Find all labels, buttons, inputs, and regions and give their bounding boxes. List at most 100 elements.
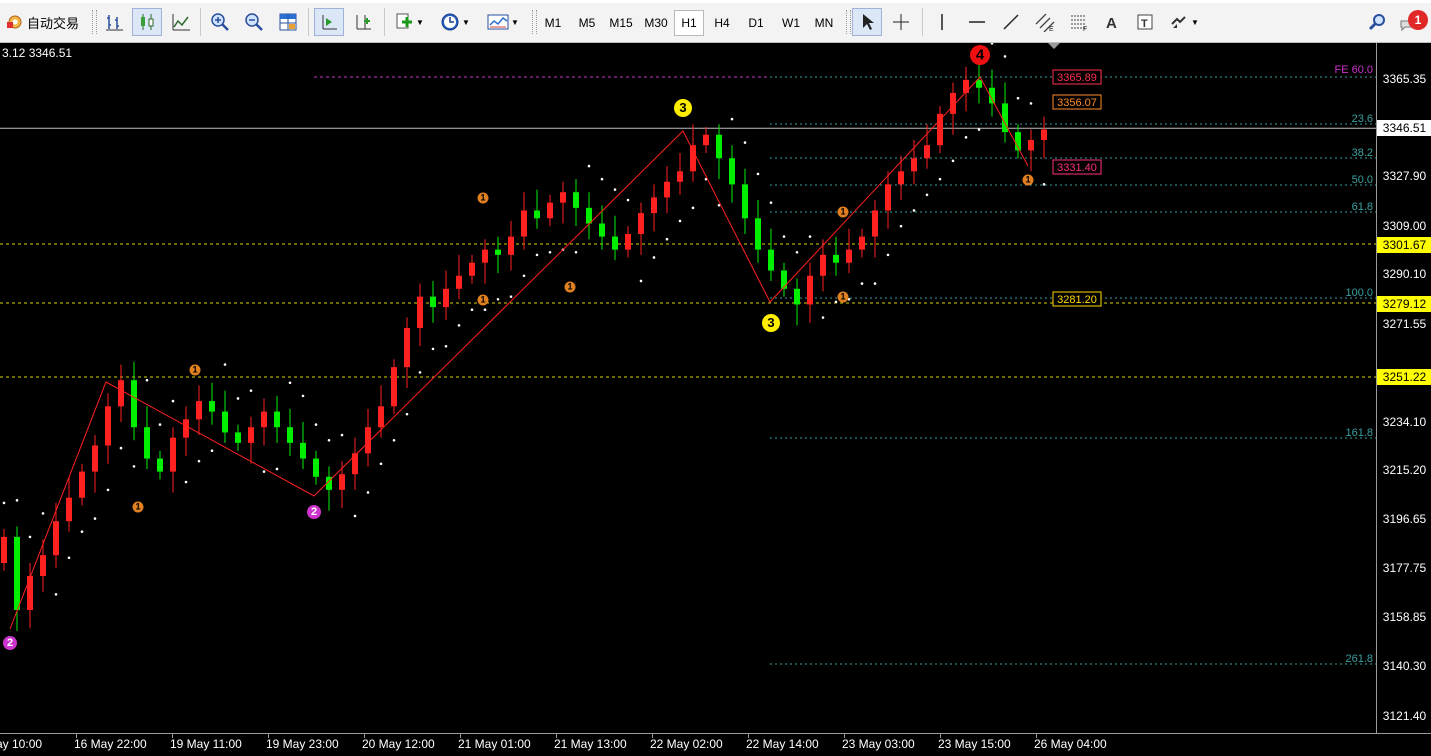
- tile-windows-icon: [279, 13, 297, 31]
- candle-body: [287, 427, 293, 443]
- trendline-icon: [1003, 14, 1019, 30]
- price-tick-label: 3121.40: [1382, 709, 1427, 723]
- fib-level-label: 161.8: [1345, 427, 1373, 439]
- candle-body: [209, 401, 215, 412]
- time-tick-mark: [652, 734, 653, 738]
- candle-body: [768, 249, 774, 271]
- auto-trading-button[interactable]: 自动交易: [2, 8, 84, 36]
- crosshair-button[interactable]: [886, 8, 916, 36]
- price-scale[interactable]: 3365.35 3327.90 3309.00 3290.10 3271.55 3234.…: [1376, 43, 1431, 733]
- zoom-out-icon: [245, 13, 263, 31]
- candlestick-chart-button[interactable]: [132, 8, 162, 36]
- sar-dot: [899, 224, 903, 228]
- bar-chart-button[interactable]: [100, 8, 128, 36]
- candle-body: [573, 192, 579, 208]
- sar-dot: [574, 250, 578, 254]
- sar-dot: [301, 394, 305, 398]
- time-tick-mark: [460, 734, 461, 738]
- inline-price-tag[interactable]: 3356.07: [1052, 94, 1102, 110]
- candle-body: [261, 411, 267, 428]
- timeframe-w1[interactable]: W1: [776, 10, 806, 36]
- chart-area[interactable]: 23.6 38.2 50.0 61.8 100.0 161.8 261.8 FE 60.0 2 1…: [0, 43, 1376, 733]
- templates-button[interactable]: ▼: [482, 8, 524, 36]
- text-button[interactable]: A: [1098, 8, 1126, 36]
- arrows-button[interactable]: ▼: [1164, 8, 1204, 36]
- candle-body: [937, 113, 943, 146]
- timeframe-m15[interactable]: M15: [604, 10, 638, 36]
- periodicity-button[interactable]: ▼: [436, 8, 474, 36]
- price-chart[interactable]: 23.6 38.2 50.0 61.8 100.0 161.8 261.8 FE 60.0 2 1…: [0, 43, 1376, 733]
- candle-body: [66, 497, 72, 522]
- timeframe-d1[interactable]: D1: [741, 10, 771, 36]
- candle-body: [27, 576, 33, 610]
- timeframe-m30[interactable]: M30: [639, 10, 673, 36]
- zigzag-line[interactable]: [9, 76, 1029, 630]
- indicators-button[interactable]: ▼: [390, 8, 428, 36]
- time-tick-label: 21 May 13:00: [554, 737, 627, 751]
- time-tick-label: 22 May 14:00: [746, 737, 819, 751]
- line-chart-button[interactable]: [166, 8, 196, 36]
- search-button[interactable]: [1364, 8, 1392, 36]
- tile-windows-button[interactable]: [274, 8, 302, 36]
- timeframe-m1[interactable]: M1: [538, 10, 568, 36]
- price-tick-label: 3271.55: [1382, 317, 1427, 331]
- toolbar-grip: [92, 10, 97, 34]
- time-scale[interactable]: ay 10:00 16 May 22:00 19 May 11:00 19 May 2…: [0, 733, 1431, 756]
- main-toolbar: 自动交易 ▼ ▼ ▼ M1 M5 M15 M30 H1 H4 D1 W1 MN …: [0, 0, 1431, 43]
- timeframe-m5[interactable]: M5: [572, 10, 602, 36]
- svg-text:3356.07: 3356.07: [1057, 97, 1097, 109]
- search-icon: [1368, 14, 1385, 31]
- timeframe-h4[interactable]: H4: [707, 10, 737, 36]
- sar-dot: [769, 201, 773, 204]
- sar-dot: [67, 556, 71, 560]
- chart-shift-button[interactable]: [314, 8, 344, 36]
- timeframe-mn[interactable]: MN: [809, 10, 839, 36]
- toolbar-grip: [846, 10, 851, 34]
- candle-body: [755, 218, 761, 250]
- notifications-button[interactable]: 1: [1398, 8, 1430, 36]
- svg-text:A: A: [1106, 15, 1117, 32]
- zoom-in-button[interactable]: [206, 8, 234, 36]
- wave-label: 1: [477, 192, 489, 204]
- wave-label: 1: [837, 206, 849, 218]
- level-price-tag: 3251.22: [1377, 369, 1431, 385]
- price-tick-label: 3140.30: [1382, 659, 1427, 673]
- fibonacci-button[interactable]: F: [1064, 8, 1094, 36]
- chart-shift-marker[interactable]: [1048, 43, 1060, 49]
- vertical-line-button[interactable]: [928, 8, 956, 36]
- candle-body: [742, 184, 748, 219]
- sar-dot: [366, 491, 370, 494]
- text-label-button[interactable]: T: [1130, 8, 1160, 36]
- sar-dot: [873, 282, 877, 285]
- sar-dot: [613, 188, 617, 191]
- sar-dot: [2, 501, 6, 505]
- candle-body: [1, 536, 7, 563]
- candle-body: [92, 445, 98, 472]
- price-tick-label: 3215.20: [1382, 463, 1427, 477]
- cursor-button[interactable]: [852, 8, 882, 36]
- candle-body: [690, 145, 696, 172]
- candle-body: [14, 536, 20, 610]
- inline-price-tag[interactable]: 3281.20: [1052, 291, 1102, 307]
- sar-dot: [652, 256, 656, 259]
- sar-dot: [886, 253, 890, 257]
- chevron-down-icon: ▼: [511, 17, 519, 27]
- inline-price-tag[interactable]: 3365.89: [1052, 69, 1102, 85]
- candle-body: [40, 555, 46, 577]
- sar-dot: [93, 517, 97, 520]
- trendline-button[interactable]: [996, 8, 1026, 36]
- sar-dot: [262, 470, 266, 473]
- equidistant-channel-button[interactable]: E: [1030, 8, 1060, 36]
- inline-price-tag[interactable]: 3331.40: [1052, 159, 1102, 175]
- fib-level-label: 50.0: [1352, 174, 1373, 186]
- candle-body: [183, 419, 189, 438]
- zoom-out-button[interactable]: [240, 8, 268, 36]
- sar-dot: [496, 297, 500, 301]
- timeframe-h1[interactable]: H1: [674, 10, 704, 36]
- sar-dot: [639, 279, 643, 283]
- horizontal-line-button[interactable]: [962, 8, 992, 36]
- svg-text:1: 1: [480, 294, 485, 304]
- level-price-tag: 3279.12: [1377, 296, 1431, 312]
- candle-body: [885, 184, 891, 211]
- auto-scroll-button[interactable]: [348, 8, 378, 36]
